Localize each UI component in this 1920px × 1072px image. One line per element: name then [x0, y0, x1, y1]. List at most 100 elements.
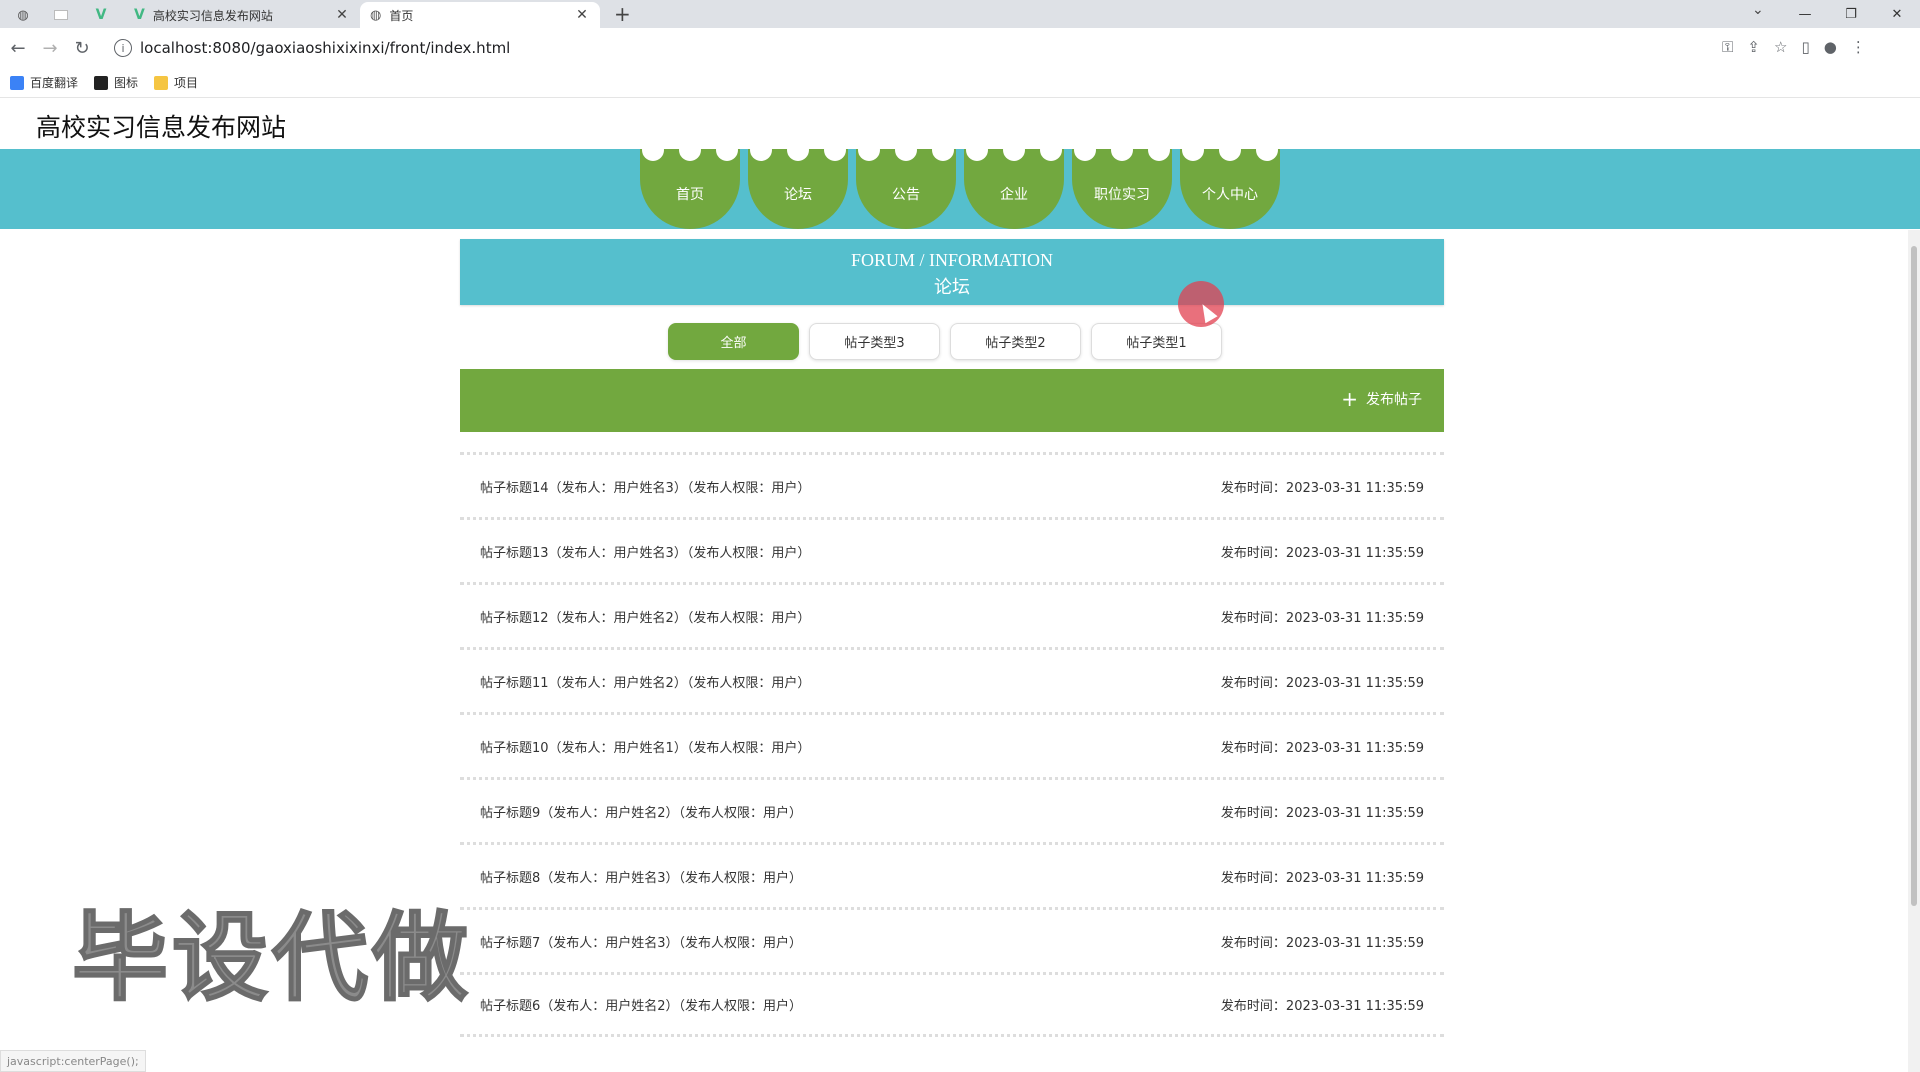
post-time: 发布时间：2023-03-31 11:35:59: [1220, 935, 1424, 951]
image-icon: [94, 75, 109, 90]
profile-icon[interactable]: ●: [1824, 38, 1837, 56]
post-row[interactable]: 帖子标题7（发布人：用户姓名3）（发布人权限：用户） 发布时间：2023-03-…: [460, 907, 1444, 972]
blank-page-icon: [54, 10, 68, 20]
nav-item-label: 首页: [676, 187, 704, 203]
post-title[interactable]: 帖子标题7（发布人：用户姓名3）（发布人权限：用户）: [480, 932, 802, 951]
post-time: 发布时间：2023-03-31 11:35:59: [1220, 610, 1424, 626]
nav-item-internship[interactable]: 职位实习: [1072, 139, 1172, 229]
post-row[interactable]: 帖子标题10（发布人：用户姓名1）（发布人权限：用户） 发布时间：2023-03…: [460, 712, 1444, 777]
key-icon[interactable]: ⚿: [1722, 38, 1733, 56]
nav-item-label: 个人中心: [1202, 187, 1258, 203]
toolbar-icons: ⚿ ⇪ ☆ ▯ ● ⋮: [1722, 38, 1866, 56]
post-time: 发布时间：2023-03-31 11:35:59: [1220, 545, 1424, 561]
watermark-text: 毕设代做: [71, 901, 472, 1015]
post-time: 发布时间：2023-03-31 11:35:59: [1220, 675, 1424, 691]
globe-icon: ◍: [17, 7, 29, 23]
star-icon[interactable]: ☆: [1774, 38, 1787, 56]
post-title[interactable]: 帖子标题9（发布人：用户姓名2）（发布人权限：用户）: [480, 802, 802, 821]
nav-item-label: 公告: [892, 187, 920, 203]
nav-item-label: 职位实习: [1094, 187, 1150, 203]
scrollbar-thumb[interactable]: [1911, 246, 1917, 906]
post-row[interactable]: 帖子标题14（发布人：用户姓名3）（发布人权限：用户） 发布时间：2023-03…: [460, 452, 1444, 517]
post-row[interactable]: 帖子标题12（发布人：用户姓名2）（发布人权限：用户） 发布时间：2023-03…: [460, 582, 1444, 647]
banner-title-en: FORUM / INFORMATION: [850, 250, 1054, 270]
back-arrow-icon[interactable]: ←: [6, 36, 30, 60]
section-banner: FORUM / INFORMATION 论坛: [460, 239, 1444, 305]
publish-post-button[interactable]: + 发布帖子: [1341, 389, 1422, 409]
nav-item-home[interactable]: 首页: [640, 139, 740, 229]
more-menu-icon[interactable]: ⋮: [1851, 38, 1866, 56]
tab-title: 高校实习信息发布网站: [152, 8, 273, 23]
bookmark-item[interactable]: 百度翻译: [10, 74, 78, 91]
browser-toolbar: ← → ↻ i localhost:8080/gaoxiaoshixixinxi…: [0, 28, 1920, 68]
post-row[interactable]: 帖子标题6（发布人：用户姓名2）（发布人权限：用户） 发布时间：2023-03-…: [460, 972, 1444, 1037]
post-title[interactable]: 帖子标题6（发布人：用户姓名2）（发布人权限：用户）: [480, 995, 802, 1014]
window-controls: — ❐ ✕: [1782, 0, 1920, 28]
tab-title: 首页: [389, 8, 414, 23]
bookmarks-bar: 百度翻译 图标 项目: [0, 68, 1920, 98]
folder-icon: [154, 75, 169, 90]
tab-search-chevron-icon[interactable]: ⌄: [1752, 2, 1764, 18]
restore-icon[interactable]: ❐: [1828, 0, 1874, 28]
post-row[interactable]: 帖子标题8（发布人：用户姓名3）（发布人权限：用户） 发布时间：2023-03-…: [460, 842, 1444, 907]
post-row[interactable]: 帖子标题13（发布人：用户姓名3）（发布人权限：用户） 发布时间：2023-03…: [460, 517, 1444, 582]
nav-item-company[interactable]: 企业: [964, 139, 1064, 229]
page-scrollbar[interactable]: [1908, 230, 1920, 1072]
bookmark-item[interactable]: 项目: [154, 74, 198, 91]
screen: ◍ V V 高校实习信息发布网站 ✕ ◍ 首页 ✕ + ⌄ — ❐ ✕ ← → …: [0, 0, 1920, 1072]
side-panel-icon[interactable]: ▯: [1801, 38, 1809, 56]
globe-icon: ◍: [370, 7, 382, 23]
post-time: 发布时间：2023-03-31 11:35:59: [1220, 740, 1424, 756]
nav-item-announcement[interactable]: 公告: [856, 139, 956, 229]
site-title: 高校实习信息发布网站: [36, 113, 287, 142]
plus-icon: +: [1341, 387, 1358, 411]
post-title[interactable]: 帖子标题14（发布人：用户姓名3）（发布人权限：用户）: [480, 477, 810, 496]
post-time: 发布时间：2023-03-31 11:35:59: [1220, 870, 1424, 886]
browser-tab-bar: ◍ V V 高校实习信息发布网站 ✕ ◍ 首页 ✕ + ⌄ — ❐ ✕: [0, 0, 1920, 28]
post-row[interactable]: 帖子标题9（发布人：用户姓名2）（发布人权限：用户） 发布时间：2023-03-…: [460, 777, 1444, 842]
post-title[interactable]: 帖子标题11（发布人：用户姓名2）（发布人权限：用户）: [480, 672, 810, 691]
banner-title-cn: 论坛: [934, 277, 970, 297]
post-row[interactable]: 帖子标题11（发布人：用户姓名2）（发布人权限：用户） 发布时间：2023-03…: [460, 647, 1444, 712]
filter-type-2[interactable]: 帖子类型2: [950, 323, 1081, 360]
close-icon[interactable]: ✕: [574, 7, 590, 23]
pinned-tab[interactable]: ◍: [6, 4, 40, 26]
main-nav: 首页 论坛 公告 企业 职位实习 个人中心: [640, 139, 1288, 229]
post-time: 发布时间：2023-03-31 11:35:59: [1220, 999, 1424, 1014]
filter-all[interactable]: 全部: [668, 323, 799, 360]
info-icon[interactable]: i: [114, 39, 132, 57]
post-title[interactable]: 帖子标题10（发布人：用户姓名1）（发布人权限：用户）: [480, 737, 810, 756]
new-tab-button[interactable]: +: [614, 2, 631, 26]
bookmark-label: 百度翻译: [30, 76, 79, 90]
post-type-filters: 全部 帖子类型3 帖子类型2 帖子类型1: [668, 323, 1222, 360]
post-title[interactable]: 帖子标题12（发布人：用户姓名2）（发布人权限：用户）: [480, 607, 810, 626]
bookmark-label: 项目: [174, 76, 199, 90]
post-time: 发布时间：2023-03-31 11:35:59: [1220, 480, 1424, 496]
close-icon[interactable]: ✕: [334, 7, 350, 23]
post-title[interactable]: 帖子标题13（发布人：用户姓名3）（发布人权限：用户）: [480, 542, 810, 561]
baidu-translate-icon: [10, 75, 24, 90]
reload-icon[interactable]: ↻: [70, 36, 94, 60]
nav-item-profile[interactable]: 个人中心: [1180, 139, 1280, 229]
bookmark-item[interactable]: 图标: [94, 74, 138, 91]
browser-tab-active[interactable]: ◍ 首页 ✕: [360, 2, 600, 28]
pinned-tab[interactable]: [44, 4, 78, 26]
filter-type-3[interactable]: 帖子类型3: [809, 323, 940, 360]
address-bar[interactable]: i localhost:8080/gaoxiaoshixixinxi/front…: [104, 32, 1784, 64]
post-time: 发布时间：2023-03-31 11:35:59: [1220, 805, 1424, 821]
bookmark-label: 图标: [114, 76, 139, 90]
forum-action-bar: + 发布帖子: [460, 369, 1444, 432]
vue-logo-icon: V: [134, 7, 145, 23]
nav-item-label: 论坛: [784, 187, 812, 203]
status-bar: javascript:centerPage();: [0, 1050, 146, 1072]
close-window-icon[interactable]: ✕: [1874, 0, 1920, 28]
post-list: 帖子标题14（发布人：用户姓名3）（发布人权限：用户） 发布时间：2023-03…: [460, 452, 1444, 1037]
post-title[interactable]: 帖子标题8（发布人：用户姓名3）（发布人权限：用户）: [480, 867, 802, 886]
nav-item-forum[interactable]: 论坛: [748, 139, 848, 229]
pinned-tab[interactable]: V: [84, 4, 118, 26]
filter-type-1[interactable]: 帖子类型1: [1091, 323, 1222, 360]
share-icon[interactable]: ⇪: [1747, 38, 1760, 56]
minimize-icon[interactable]: —: [1782, 0, 1828, 28]
forward-arrow-icon[interactable]: →: [38, 36, 62, 60]
browser-tab[interactable]: V 高校实习信息发布网站 ✕: [124, 2, 360, 28]
